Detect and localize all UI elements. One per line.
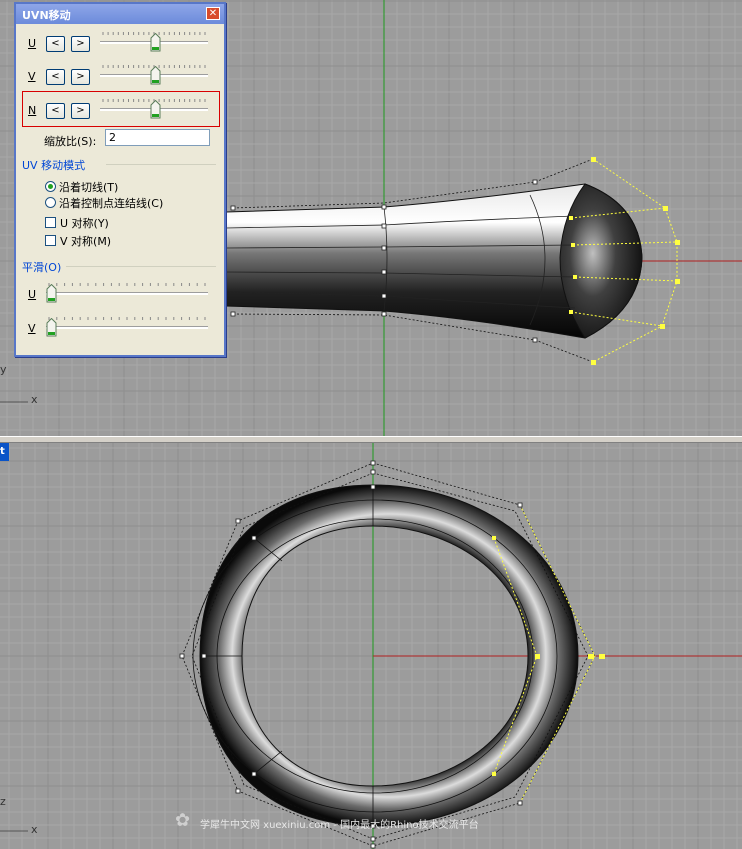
close-button[interactable]: ✕	[206, 7, 220, 20]
n-slider[interactable]	[100, 99, 208, 120]
smooth-v-slider[interactable]	[46, 317, 208, 338]
u-row-label: U	[28, 37, 37, 50]
axis-label-z: z	[0, 795, 6, 808]
n-increase-button[interactable]: >	[71, 103, 90, 119]
axis-label-x-front: x	[31, 823, 38, 836]
n-decrease-button[interactable]: <	[46, 103, 65, 119]
u-increase-button[interactable]: >	[71, 36, 90, 52]
v-slider[interactable]	[100, 65, 208, 86]
scale-input[interactable]	[105, 129, 210, 146]
slider-thumb[interactable]	[46, 284, 57, 303]
slider-ticks	[48, 317, 206, 320]
viewport-front-tab[interactable]: t	[0, 443, 9, 461]
uvn-move-dialog: UVN移动 ✕ U < > V < > N < > 缩放比(S): UV 移动模…	[14, 2, 226, 357]
smooth-u-label: U	[28, 288, 37, 301]
u-slider[interactable]	[100, 32, 208, 53]
smooth-v-label: V	[28, 322, 36, 335]
v-row-label: V	[28, 70, 36, 83]
scale-label: 缩放比(S):	[44, 135, 97, 148]
axis-label-x: x	[31, 393, 38, 406]
axis-label-y: y	[0, 363, 7, 376]
viewport-splitter[interactable]	[0, 436, 742, 443]
smooth-group-title: 平滑(O)	[22, 261, 62, 274]
tube-end-cap	[559, 183, 643, 339]
group-divider	[106, 164, 216, 165]
smooth-u-slider[interactable]	[46, 283, 208, 304]
v-decrease-button[interactable]: <	[46, 69, 65, 85]
n-row-label: N	[28, 104, 37, 117]
slider-thumb[interactable]	[46, 318, 57, 337]
u-symmetry-checkbox[interactable]	[45, 217, 56, 228]
watermark-logo-icon: ✿	[175, 810, 191, 831]
watermark-text: 学犀牛中文网 xuexiniu.com - 国内最大的Rhino技术交流平台	[200, 820, 479, 831]
slider-ticks	[48, 283, 206, 286]
u-decrease-button[interactable]: <	[46, 36, 65, 52]
v-symmetry-checkbox[interactable]	[45, 235, 56, 246]
uv-mode-group-title: UV 移动模式	[22, 159, 86, 172]
control-line-radio[interactable]	[45, 197, 56, 208]
tangent-option-label[interactable]: 沿着切线(T)	[59, 179, 118, 195]
slider-thumb[interactable]	[150, 33, 161, 52]
dialog-title: UVN移动	[22, 9, 71, 22]
control-line-option-label[interactable]: 沿着控制点连结线(C)	[59, 195, 163, 211]
slider-thumb[interactable]	[150, 66, 161, 85]
viewport-front[interactable]: t z x	[0, 443, 742, 849]
tangent-radio[interactable]	[45, 181, 56, 192]
slider-thumb[interactable]	[150, 100, 161, 119]
u-symmetry-label[interactable]: U 对称(Y)	[60, 215, 109, 231]
slider-track[interactable]	[46, 292, 208, 295]
radio-selected-dot	[48, 184, 53, 189]
slider-track[interactable]	[46, 326, 208, 329]
group-divider	[66, 266, 216, 267]
viewport-front-canvas[interactable]	[0, 443, 742, 849]
v-increase-button[interactable]: >	[71, 69, 90, 85]
v-symmetry-label[interactable]: V 对称(M)	[60, 233, 111, 249]
dialog-titlebar[interactable]: UVN移动 ✕	[16, 4, 224, 24]
